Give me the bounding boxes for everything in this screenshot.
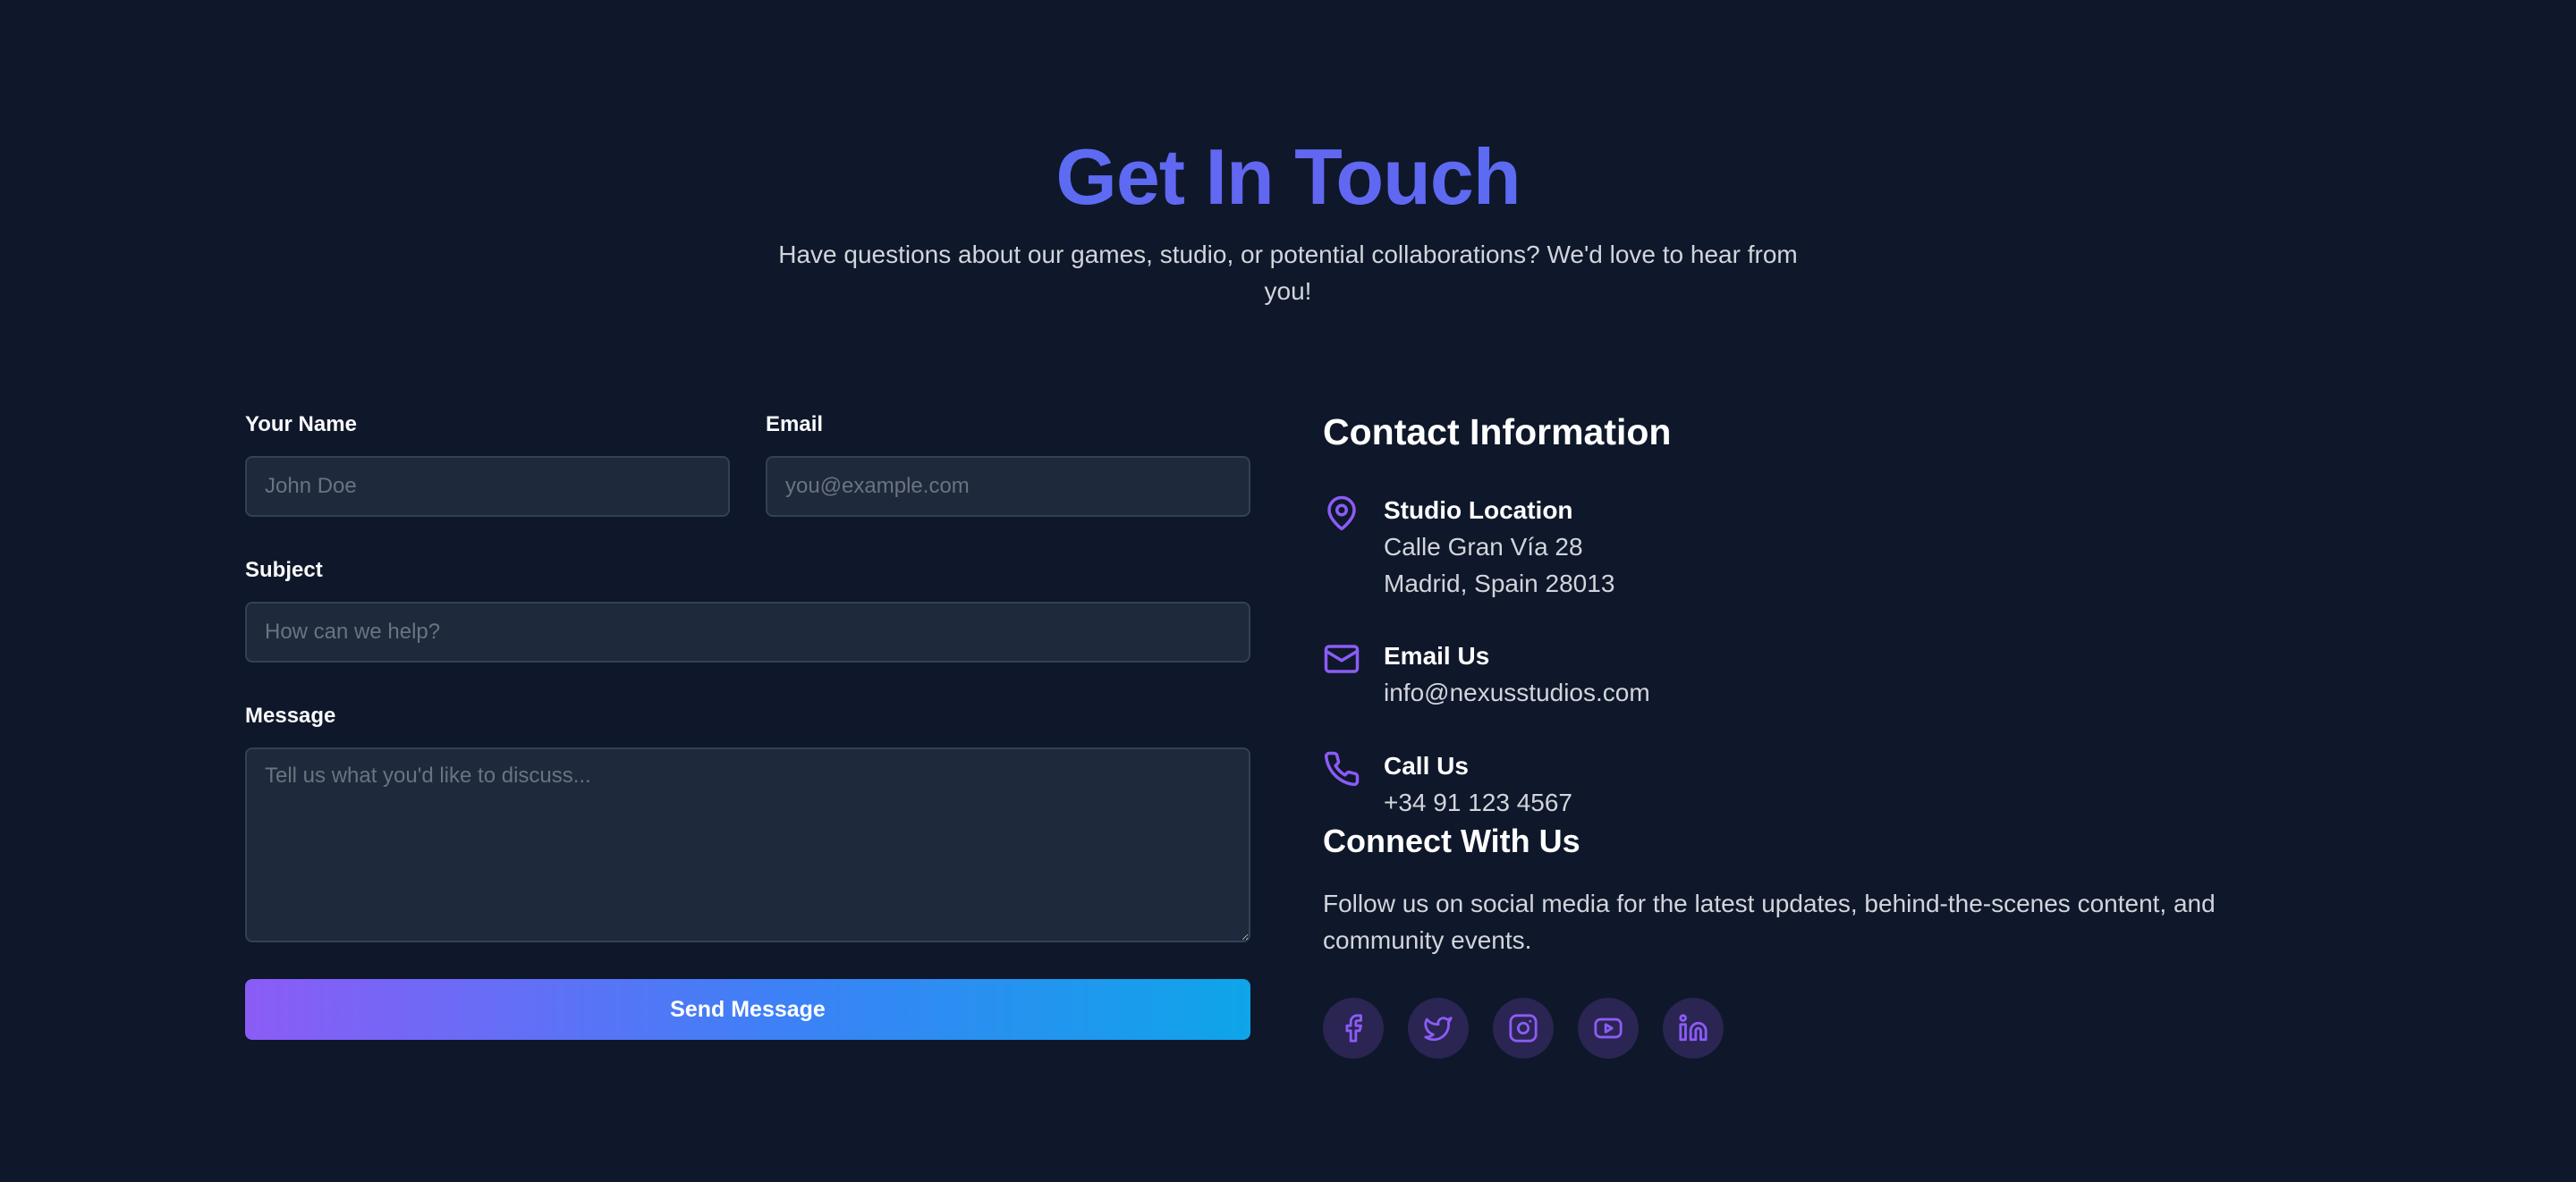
studio-address-line2: Madrid, Spain 28013 (1384, 570, 1615, 597)
youtube-link[interactable] (1578, 998, 1639, 1059)
send-message-button[interactable]: Send Message (245, 979, 1250, 1040)
connect-heading: Connect With Us (1323, 823, 1580, 859)
phone-number: +34 91 123 4567 (1384, 789, 1572, 816)
twitter-icon (1423, 1013, 1453, 1043)
message-label: Message (245, 704, 336, 728)
message-textarea[interactable] (245, 747, 1250, 942)
email-label: Email (766, 412, 824, 436)
contact-information-heading: Contact Information (1323, 411, 1672, 452)
subject-label: Subject (245, 558, 323, 582)
email-input[interactable] (766, 456, 1250, 517)
page-title: Get In Touch (0, 131, 2576, 224)
name-input[interactable] (245, 456, 730, 517)
connect-text: Follow us on social media for the latest… (1323, 890, 2216, 954)
twitter-link[interactable] (1408, 998, 1469, 1059)
linkedin-icon (1678, 1013, 1708, 1043)
page-subtitle: Have questions about our games, studio, … (778, 241, 1798, 305)
map-pin-icon (1323, 494, 1360, 532)
studio-address-line1: Calle Gran Vía 28 (1384, 533, 1583, 561)
instagram-link[interactable] (1493, 998, 1554, 1059)
facebook-link[interactable] (1323, 998, 1384, 1059)
subject-input[interactable] (245, 602, 1250, 663)
call-us-title: Call Us (1384, 752, 1469, 780)
studio-location-title: Studio Location (1384, 496, 1573, 524)
name-label: Your Name (245, 412, 357, 436)
social-links (1323, 998, 1724, 1059)
email-address: info@nexusstudios.com (1384, 679, 1650, 706)
email-us-title: Email Us (1384, 642, 1490, 670)
phone-icon (1323, 750, 1360, 788)
facebook-icon (1338, 1013, 1368, 1043)
mail-icon (1323, 640, 1360, 678)
instagram-icon (1508, 1013, 1538, 1043)
youtube-icon (1593, 1013, 1623, 1043)
linkedin-link[interactable] (1663, 998, 1724, 1059)
